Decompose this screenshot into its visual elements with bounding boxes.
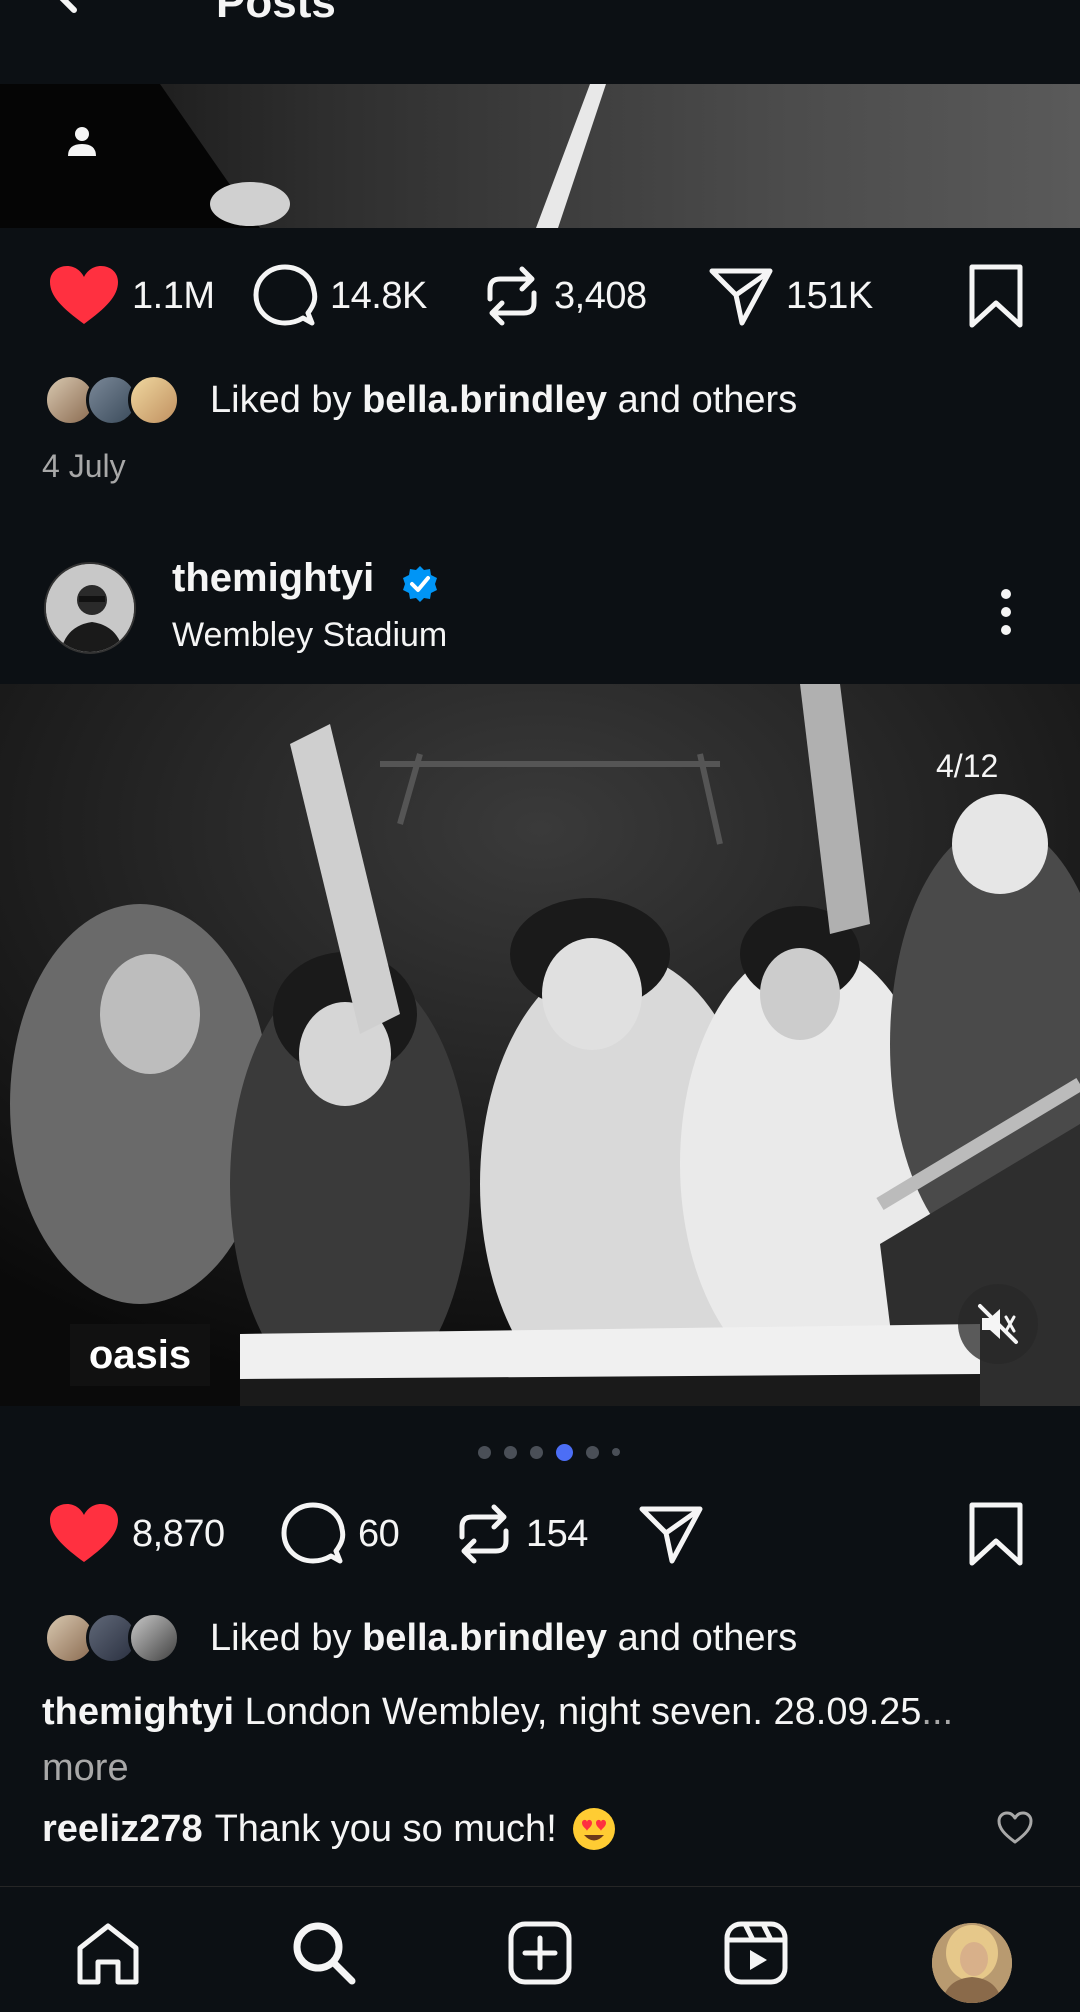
nav-search[interactable] <box>288 1917 360 1989</box>
repost-count: 154 <box>526 1512 588 1555</box>
page-title: Posts <box>216 0 336 27</box>
comment-bubble-icon <box>281 1502 346 1564</box>
carousel-dot <box>504 1445 517 1459</box>
caption-text: London Wembley, night seven. 28.09.25 <box>234 1691 922 1733</box>
post-date: 4 July <box>42 448 126 484</box>
reels-icon <box>724 1921 788 1985</box>
liker-avatars <box>44 1610 188 1666</box>
repost-button[interactable]: 154 <box>454 1492 588 1576</box>
previous-post-image[interactable] <box>0 84 1080 228</box>
top-header: Posts <box>0 0 1080 84</box>
audio-toggle-button[interactable] <box>958 1284 1038 1364</box>
heart-filled-icon <box>50 266 118 324</box>
comment-username[interactable]: reeliz278 <box>42 1808 203 1851</box>
like-count: 8,870 <box>132 1512 225 1555</box>
comment-button[interactable]: 14.8K <box>252 254 427 338</box>
liked-by-text: Liked by bella.brindley and others <box>210 1616 798 1659</box>
avatar[interactable] <box>44 562 136 654</box>
repost-icon <box>487 266 537 326</box>
send-icon <box>709 268 773 326</box>
post-liked-by[interactable]: Liked by bella.brindley and others <box>44 1608 797 1668</box>
share-button[interactable]: 151K <box>708 254 873 338</box>
share-count: 151K <box>786 274 873 317</box>
comment-button[interactable]: 60 <box>280 1492 400 1576</box>
bookmark-icon <box>969 1502 1023 1566</box>
tag-people-icon[interactable] <box>58 120 106 168</box>
muted-speaker-icon <box>978 1304 1018 1344</box>
caption-username[interactable]: themightyi <box>42 1691 234 1733</box>
avatar <box>128 1612 180 1664</box>
back-arrow-icon[interactable] <box>46 0 126 32</box>
like-button[interactable]: 1.1M <box>48 254 215 338</box>
repost-button[interactable]: 3,408 <box>482 254 647 338</box>
post-location[interactable]: Wembley Stadium <box>172 616 447 655</box>
comment-bubble-icon <box>253 264 318 326</box>
carousel-dot <box>612 1448 620 1456</box>
post-actions: 8,870 60 154 <box>0 1492 1080 1576</box>
comment-preview[interactable]: reeliz278 Thank you so much! <box>42 1806 617 1852</box>
bottom-navigation <box>0 1886 1080 2012</box>
post-image[interactable]: oasis <box>0 684 1080 1406</box>
carousel-dot-active <box>556 1443 573 1461</box>
liker-avatars <box>44 372 188 428</box>
bookmark-icon <box>969 264 1023 328</box>
post-image-logo-text: oasis <box>89 1333 191 1377</box>
post-caption: themightyi London Wembley, night seven. … <box>42 1684 1042 1796</box>
send-icon <box>639 1506 703 1564</box>
comment-count: 14.8K <box>330 274 427 317</box>
heart-eyes-emoji-icon <box>572 1808 615 1850</box>
save-button[interactable] <box>966 254 1026 338</box>
previous-post-actions: 1.1M 14.8K 3,408 151K <box>0 254 1080 338</box>
carousel-dot <box>530 1445 543 1459</box>
repost-icon <box>459 1504 509 1564</box>
nav-create[interactable] <box>504 1917 576 1989</box>
repost-count: 3,408 <box>554 274 647 317</box>
nav-profile-avatar[interactable] <box>932 1923 1012 2003</box>
image-counter: 4/12 <box>936 748 999 784</box>
carousel-indicator <box>478 1440 620 1464</box>
previous-post-liked-by[interactable]: Liked by bella.brindley and others <box>44 370 797 430</box>
verified-badge-icon <box>403 566 437 602</box>
search-icon <box>293 1922 356 1985</box>
home-icon <box>77 1923 139 1985</box>
like-count: 1.1M <box>132 274 215 317</box>
nav-home[interactable] <box>72 1917 144 1989</box>
comment-like-icon[interactable] <box>996 1810 1034 1846</box>
post-header: themightyi Wembley Stadium <box>0 556 1080 684</box>
nav-reels[interactable] <box>720 1917 792 1989</box>
carousel-dot <box>586 1445 599 1459</box>
save-button[interactable] <box>966 1492 1026 1576</box>
share-button[interactable] <box>638 1492 704 1576</box>
avatar <box>128 374 180 426</box>
like-button[interactable]: 8,870 <box>48 1492 225 1576</box>
post-username[interactable]: themightyi <box>172 556 374 601</box>
create-icon <box>508 1921 572 1985</box>
carousel-dot <box>478 1445 491 1459</box>
more-options-icon[interactable] <box>996 582 1016 642</box>
comment-text: Thank you so much! <box>214 1807 557 1850</box>
comment-count: 60 <box>358 1512 400 1555</box>
heart-filled-icon <box>50 1504 118 1562</box>
liked-by-text: Liked by bella.brindley and others <box>210 378 798 421</box>
